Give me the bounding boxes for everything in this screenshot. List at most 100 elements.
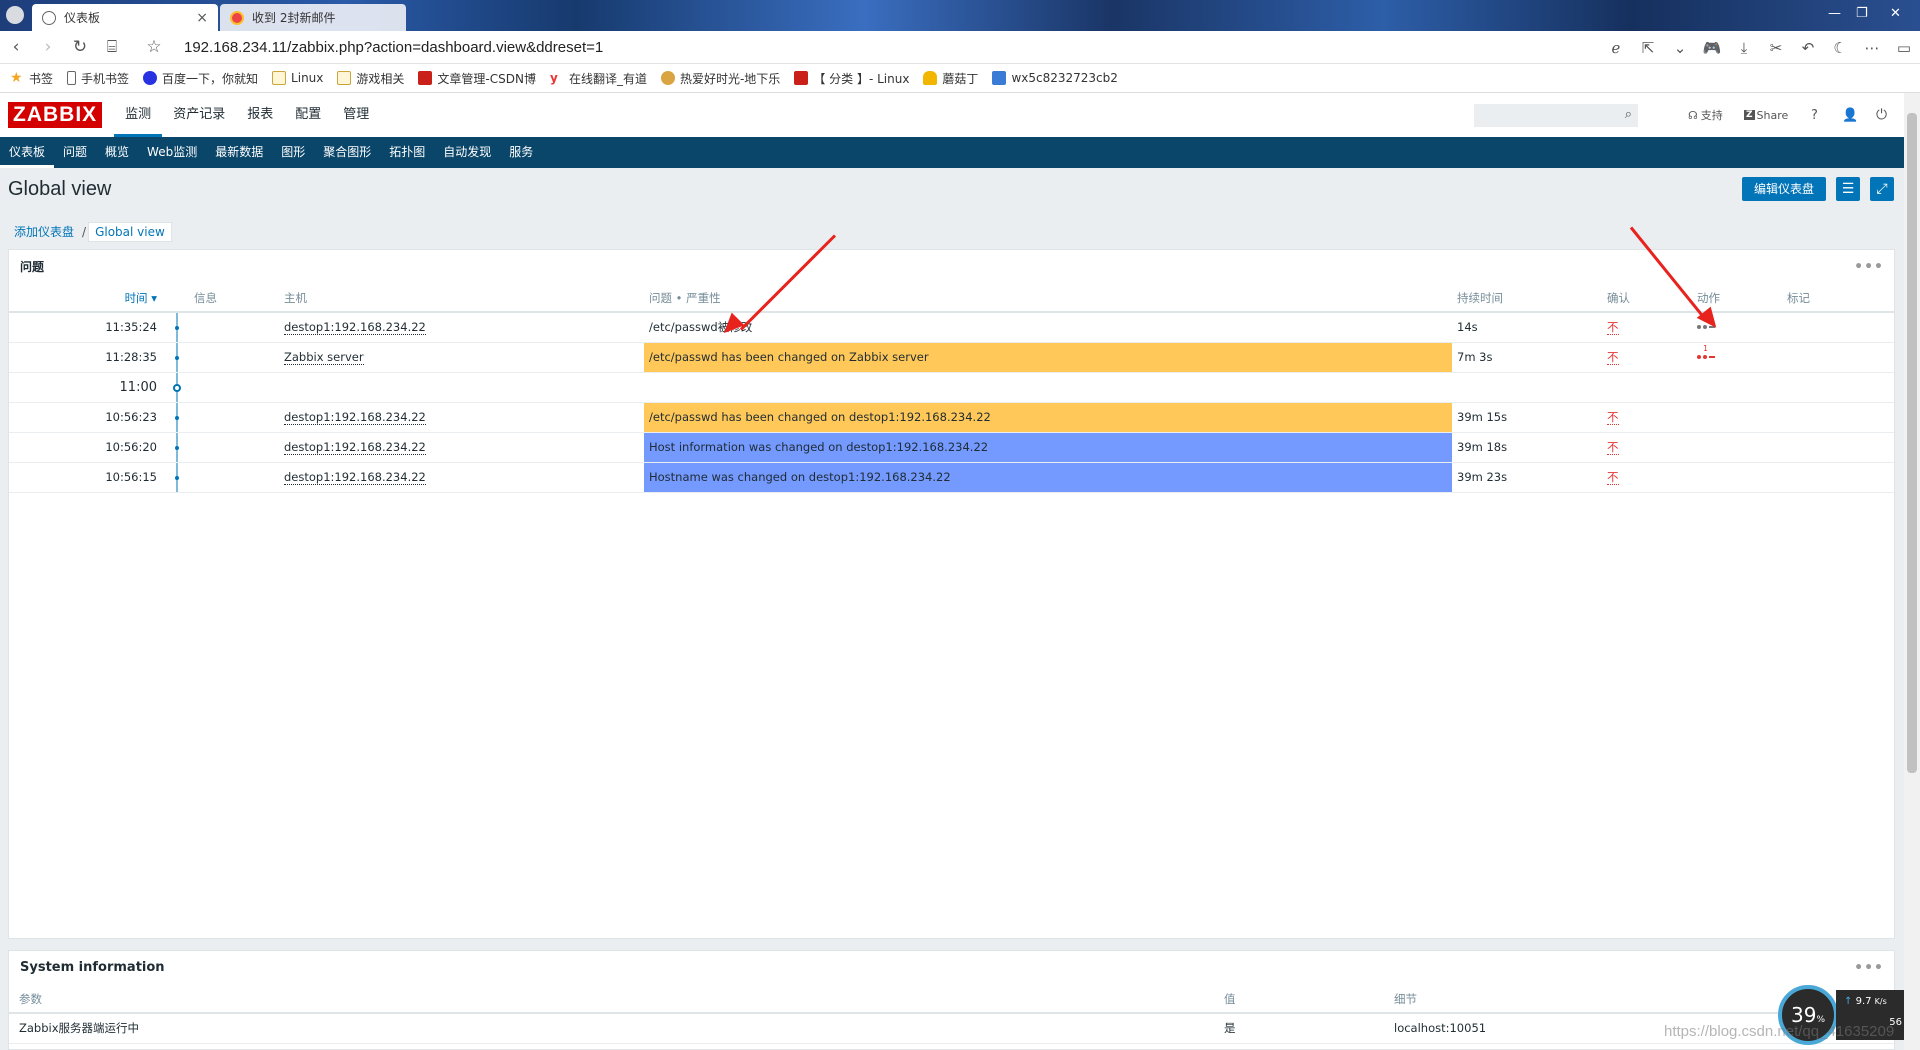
duration-cell: 39m 18s bbox=[1452, 432, 1602, 463]
browser-tab-bar: 仪表板 × 收到 2封新邮件 — ❐ ✕ bbox=[0, 0, 1920, 31]
problem-time[interactable]: 11:35:24 bbox=[9, 312, 169, 343]
problem-link[interactable]: /etc/passwd has been changed on Zabbix s… bbox=[649, 350, 929, 364]
ack-link[interactable]: 不 bbox=[1607, 440, 1619, 455]
bookmark-item[interactable]: ★ 书签 bbox=[10, 70, 53, 87]
host-link[interactable]: destop1:192.168.234.22 bbox=[284, 470, 426, 485]
widget-menu-icon[interactable]: ••• bbox=[1854, 951, 1884, 985]
ack-link[interactable]: 不 bbox=[1607, 410, 1619, 425]
restore-icon[interactable]: ❐ bbox=[1856, 6, 1868, 21]
problem-link[interactable]: /etc/passwd has been changed on destop1:… bbox=[649, 410, 991, 424]
dropdown-icon[interactable]: ⌄ bbox=[1664, 39, 1696, 57]
problem-time[interactable]: 10:56:15 bbox=[9, 462, 169, 493]
table-row: 10:56:15 destop1:192.168.234.22 Hostname… bbox=[9, 462, 1894, 493]
tab-mail[interactable]: 收到 2封新邮件 bbox=[220, 4, 406, 31]
game-icon[interactable]: 🎮 bbox=[1696, 39, 1728, 57]
menu-configuration[interactable]: 配置 bbox=[284, 93, 332, 137]
actions-icon[interactable]: 1 bbox=[1697, 344, 1715, 361]
hour-label: 11:00 bbox=[9, 372, 169, 403]
forward-icon[interactable]: › bbox=[32, 37, 64, 57]
address-bar: ‹ › ↻ ⌸ ☆ 192.168.234.11/zabbix.php?acti… bbox=[0, 31, 1920, 64]
share-page-icon[interactable]: ⇱ bbox=[1632, 39, 1664, 57]
problem-link[interactable]: Hostname was changed on destop1:192.168.… bbox=[649, 470, 951, 484]
scissors-icon[interactable]: ✂ bbox=[1760, 39, 1792, 57]
bookmark-item[interactable]: 蘑菇丁 bbox=[923, 70, 978, 87]
submenu-latest-data[interactable]: 最新数据 bbox=[206, 137, 272, 168]
scrollbar-thumb[interactable] bbox=[1907, 113, 1917, 773]
param-cell: Zabbix服务器端运行中 bbox=[9, 1013, 1219, 1044]
profile-avatar-icon[interactable] bbox=[6, 6, 24, 24]
edit-dashboard-button[interactable]: 编辑仪表盘 bbox=[1742, 177, 1826, 201]
problem-link[interactable]: Host information was changed on destop1:… bbox=[649, 440, 988, 454]
reload-icon[interactable]: ↻ bbox=[64, 37, 96, 57]
host-link[interactable]: destop1:192.168.234.22 bbox=[284, 320, 426, 336]
search-input[interactable]: ⌕ bbox=[1474, 104, 1638, 127]
star-icon[interactable]: ☆ bbox=[138, 37, 170, 57]
breadcrumb-parent[interactable]: 添加仪表盘 bbox=[8, 221, 80, 242]
host-link[interactable]: Zabbix server bbox=[284, 350, 364, 365]
submenu-problems[interactable]: 问题 bbox=[54, 137, 96, 168]
host-link[interactable]: destop1:192.168.234.22 bbox=[284, 440, 426, 455]
duration-cell: 7m 3s bbox=[1452, 342, 1602, 373]
breadcrumb: 添加仪表盘 / Global view bbox=[8, 221, 172, 242]
submenu-maps[interactable]: 拓扑图 bbox=[380, 137, 434, 168]
fullscreen-icon[interactable]: ⤢ bbox=[1870, 177, 1894, 201]
host-cell: destop1:192.168.234.22 bbox=[279, 312, 644, 343]
submenu-overview[interactable]: 概览 bbox=[96, 137, 138, 168]
submenu-screens[interactable]: 聚合图形 bbox=[314, 137, 380, 168]
ack-link[interactable]: 不 bbox=[1607, 320, 1619, 336]
bookmark-item[interactable]: 热爱好时光-地下乐 bbox=[660, 70, 780, 87]
bookmark-item[interactable]: 手机书签 bbox=[67, 70, 129, 87]
submenu-graphs[interactable]: 图形 bbox=[272, 137, 314, 168]
undo-icon[interactable]: ↶ bbox=[1792, 39, 1824, 57]
search-icon[interactable]: ⌕ bbox=[1625, 107, 1632, 122]
logout-icon[interactable]: ⏻ bbox=[1876, 93, 1887, 137]
close-icon[interactable]: × bbox=[196, 10, 208, 26]
help-icon[interactable]: ? bbox=[1811, 93, 1818, 137]
dashboard-menu-icon[interactable]: ☰ bbox=[1836, 177, 1860, 201]
bookmark-item[interactable]: 文章管理-CSDN博 bbox=[418, 70, 536, 87]
bookmark-item[interactable]: 游戏相关 bbox=[337, 70, 404, 87]
url-field[interactable]: 192.168.234.11/zabbix.php?action=dashboa… bbox=[184, 39, 603, 56]
breadcrumb-current[interactable]: Global view bbox=[88, 221, 172, 242]
share-z-icon: Z bbox=[1744, 110, 1755, 120]
share-link[interactable]: Z Share bbox=[1744, 93, 1788, 137]
user-profile-icon[interactable]: 👤 bbox=[1842, 93, 1858, 137]
action-cell: 1 bbox=[1692, 342, 1782, 373]
close-window-icon[interactable]: ✕ bbox=[1890, 6, 1901, 21]
submenu-discovery[interactable]: 自动发现 bbox=[434, 137, 500, 168]
menu-more-icon[interactable]: ⋯ bbox=[1856, 39, 1888, 57]
problem-time[interactable]: 11:28:35 bbox=[9, 342, 169, 373]
col-time[interactable]: 时间 ▾ bbox=[9, 284, 169, 313]
tab-dashboard[interactable]: 仪表板 × bbox=[32, 4, 218, 31]
bookmark-item[interactable]: Linux bbox=[272, 71, 323, 85]
problem-time[interactable]: 10:56:23 bbox=[9, 402, 169, 433]
submenu-services[interactable]: 服务 bbox=[500, 137, 542, 168]
menu-reports[interactable]: 报表 bbox=[236, 93, 284, 137]
sidebar-icon[interactable]: ▭ bbox=[1888, 39, 1920, 57]
host-link[interactable]: destop1:192.168.234.22 bbox=[284, 410, 426, 425]
submenu-dashboard[interactable]: 仪表板 bbox=[0, 137, 55, 168]
submenu-web[interactable]: Web监测 bbox=[138, 137, 206, 168]
minimize-icon[interactable]: — bbox=[1828, 6, 1841, 21]
menu-inventory[interactable]: 资产记录 bbox=[162, 93, 236, 137]
back-icon[interactable]: ‹ bbox=[0, 37, 32, 57]
ack-link[interactable]: 不 bbox=[1607, 350, 1619, 365]
menu-administration[interactable]: 管理 bbox=[332, 93, 380, 137]
bookmark-item[interactable]: 百度一下，你就知 bbox=[143, 70, 258, 87]
ie-icon[interactable]: ℯ bbox=[1600, 39, 1632, 57]
menu-monitoring[interactable]: 监测 bbox=[114, 93, 163, 137]
moon-icon[interactable]: ☾ bbox=[1824, 39, 1856, 57]
bookmark-item[interactable]: 【 分类 】- Linux bbox=[794, 70, 909, 87]
bookmark-item[interactable]: y 在线翻译_有道 bbox=[550, 70, 647, 87]
widget-menu-icon[interactable]: ••• bbox=[1854, 250, 1884, 284]
problem-time[interactable]: 10:56:20 bbox=[9, 432, 169, 463]
breadcrumb-separator: / bbox=[82, 224, 87, 239]
zabbix-logo[interactable]: ZABBIX bbox=[8, 102, 103, 128]
main-menu: 监测 资产记录 报表 配置 管理 bbox=[114, 93, 380, 137]
ack-link[interactable]: 不 bbox=[1607, 470, 1619, 485]
reader-icon[interactable]: ⌸ bbox=[96, 37, 128, 57]
download-icon[interactable]: ⤓ bbox=[1728, 39, 1760, 57]
support-link[interactable]: ☊ 支持 bbox=[1688, 93, 1723, 137]
scrollbar[interactable] bbox=[1904, 93, 1920, 1050]
bookmark-item[interactable]: wx5c8232723cb2 bbox=[992, 71, 1118, 85]
